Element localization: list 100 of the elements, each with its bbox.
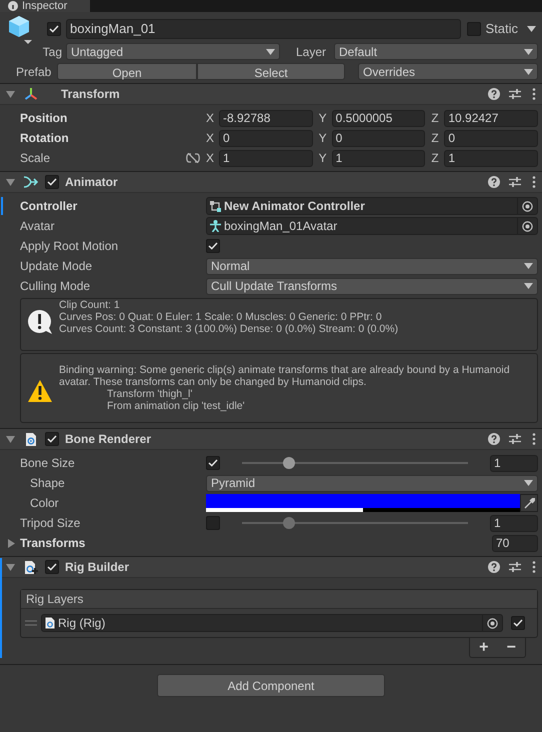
kebab-menu-icon[interactable] [532,433,536,445]
object-field[interactable]: Rig (Rig) [41,614,503,632]
enable-checkbox[interactable] [45,432,59,446]
number-field[interactable]: 1 [219,150,313,166]
dropdown[interactable]: Cull Update Transforms [206,278,538,294]
static-checkbox[interactable] [467,22,482,36]
enable-checkbox[interactable] [45,560,59,574]
target-icon[interactable] [522,220,533,232]
number-field[interactable]: 1 [490,454,538,472]
add-button[interactable]: + [479,640,488,656]
slider-thumb[interactable] [283,517,296,529]
target-icon[interactable] [487,618,498,628]
number-field[interactable]: 0 [332,130,426,146]
inspector-tab[interactable]: Inspector [0,0,90,12]
color-field[interactable] [206,494,520,512]
help-icon[interactable] [488,176,500,188]
field-label: Rotation [19,130,70,147]
axes-icon [24,87,38,101]
checkbox[interactable] [206,516,220,530]
axis-label: Z [431,130,440,147]
eyedropper-icon [524,498,534,508]
slider-track[interactable] [242,456,468,470]
number-field[interactable]: 1 [332,150,426,166]
kebab-menu-icon[interactable] [532,561,536,573]
caret-icon [266,48,275,54]
collapse-triangle-icon[interactable] [6,434,15,444]
slider-track[interactable] [242,516,468,530]
component-title: Transform [61,86,120,103]
kebab-menu-icon[interactable] [532,176,536,188]
help-text: Clip Count: 1 [59,299,121,311]
component-header[interactable]: Bone Renderer [0,429,542,450]
tag-label: Tag [42,44,63,60]
axis-label: X [206,150,216,167]
cube-icon[interactable] [7,14,33,44]
component-header[interactable]: Animator [0,172,542,193]
select-button[interactable]: Select [197,63,345,80]
collapse-triangle-icon[interactable] [6,178,15,186]
checkbox[interactable] [206,456,220,470]
help-icon[interactable] [488,561,500,573]
branch-arrow-icon [23,175,39,189]
expand-triangle-icon[interactable] [7,538,16,548]
number-field[interactable]: 10.92427 [444,110,538,126]
active-checkbox[interactable] [47,22,61,36]
field-label: Bone Size [19,455,76,472]
tag-dropdown[interactable]: Untagged [66,43,280,60]
sliders-icon[interactable] [509,433,521,445]
caret-icon[interactable] [527,26,536,32]
slider-thumb[interactable] [283,457,296,469]
dropdown[interactable]: Normal [206,258,538,274]
object-field[interactable]: boxingMan_01Avatar [206,217,538,235]
component-header[interactable]: Transform [0,84,542,105]
figure-icon [210,220,221,232]
dropdown[interactable]: Pyramid [206,474,538,492]
name-field[interactable]: boxingMan_01 [66,19,462,39]
open-button[interactable]: Open [57,63,197,80]
field-label: Color [29,495,60,512]
kebab-menu-icon[interactable] [532,88,536,100]
field-label: Scale [19,150,52,167]
remove-button[interactable]: − [506,640,516,656]
count-field[interactable]: 70 [492,534,538,552]
field-label: Tripod Size [19,515,82,532]
target-icon[interactable] [522,200,533,212]
number-field[interactable]: 1 [444,150,538,166]
sliders-icon[interactable] [509,88,521,100]
caret-icon [524,480,533,486]
info-icon [8,1,18,11]
axis-label: Z [431,150,440,167]
collapse-triangle-icon[interactable] [6,562,15,572]
checkbox[interactable] [511,616,525,630]
caret-icon [524,283,533,289]
enable-checkbox[interactable] [45,175,59,189]
checkbox[interactable] [206,239,220,253]
help-icon[interactable] [488,433,500,445]
sliders-icon[interactable] [509,561,521,573]
layer-dropdown[interactable]: Default [334,43,538,60]
number-field[interactable]: 0 [219,130,313,146]
number-field[interactable]: 1 [490,514,538,532]
object-field[interactable]: New Animator Controller [206,197,538,215]
caret-icon [524,68,533,74]
field-label: Update Mode [19,258,94,275]
number-field[interactable]: -8.92788 [219,110,313,126]
component-title: Animator [65,174,118,191]
field-label: Shape [29,475,66,492]
eyedropper-button[interactable] [520,494,538,512]
number-field[interactable]: 0 [444,130,538,146]
help-icon[interactable] [488,88,500,100]
number-field[interactable]: 0.5000005 [332,110,426,126]
caret-icon [524,48,533,54]
field-label: Position [19,110,68,127]
sliders-icon[interactable] [509,176,521,188]
component-header[interactable]: Rig Builder [0,557,542,578]
add-component-button[interactable]: Add Component [157,674,385,697]
overrides-dropdown[interactable]: Overrides [358,63,538,80]
list-header: Rig Layers [26,591,84,608]
drag-handle-icon[interactable] [25,620,37,626]
script-plus-icon [24,560,38,574]
help-text: From animation clip 'test_idle' [106,400,246,412]
collapse-triangle-icon[interactable] [6,90,15,98]
component-title: Rig Builder [65,559,130,576]
info-bubble-icon [27,309,53,335]
